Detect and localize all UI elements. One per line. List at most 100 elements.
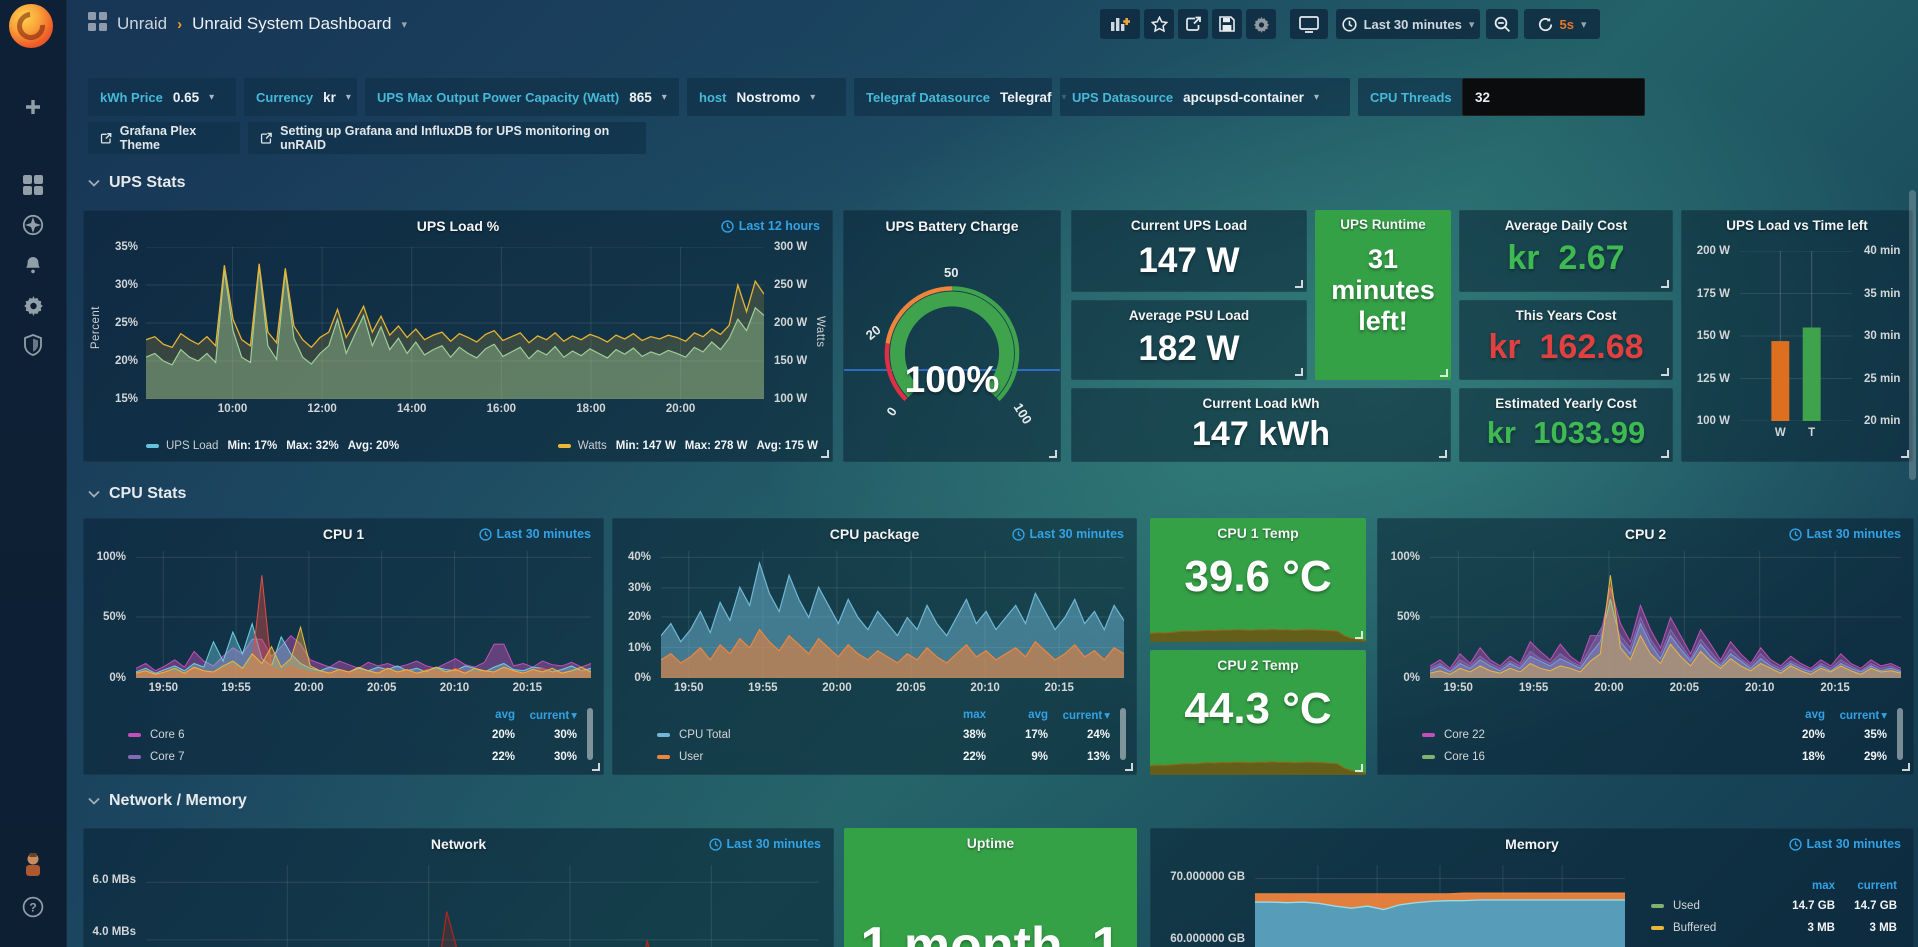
section-network-memory[interactable]: Network / Memory — [88, 792, 247, 810]
star-button[interactable] — [1144, 9, 1174, 39]
time-range-picker[interactable]: Last 30 minutes ▾ — [1336, 9, 1480, 39]
link-grafana-plex-theme[interactable]: Grafana Plex Theme — [88, 122, 240, 154]
panel-ups-runtime[interactable]: UPS Runtime 31 minutes left! — [1315, 210, 1451, 380]
panel-time-range[interactable]: Last 12 hours — [721, 219, 820, 233]
series-name[interactable]: CPU Total — [679, 729, 924, 741]
panel-title[interactable]: UPS Runtime — [1315, 217, 1451, 232]
legend-col-max[interactable]: max — [924, 709, 986, 721]
panel-title[interactable]: CPU 1 Temp — [1150, 525, 1366, 541]
panel-time-range[interactable]: Last 30 minutes — [1012, 527, 1124, 541]
panel-ups-load-graph[interactable]: UPS Load % Last 12 hours Percent Watts 3… — [83, 210, 833, 462]
panel-cpu1-temp[interactable]: CPU 1 Temp 39.6 °C — [1150, 518, 1366, 642]
panel-average-psu-load[interactable]: Average PSU Load 182 W — [1071, 300, 1307, 380]
panel-average-daily-cost[interactable]: Average Daily Cost kr 2.67 — [1459, 210, 1673, 292]
panel-title[interactable]: Uptime — [844, 835, 1137, 851]
cpu1-chart[interactable] — [136, 551, 591, 678]
series-name[interactable]: Core 6 — [150, 729, 453, 741]
legend-col-avg[interactable]: avg — [453, 709, 515, 721]
variable-value[interactable]: kr — [323, 90, 336, 105]
panel-title[interactable]: UPS Battery Charge — [844, 218, 1060, 234]
legend-row[interactable]: Core 620%30% — [124, 724, 577, 746]
variable-value[interactable]: apcupsd-container — [1183, 90, 1304, 105]
legend-col-current[interactable]: current — [515, 708, 577, 722]
cpu-threads-input[interactable]: 32 — [1462, 78, 1645, 116]
variable-value[interactable]: 0.65 — [173, 90, 199, 105]
link-ups-monitoring-guide[interactable]: Setting up Grafana and InfluxDB for UPS … — [248, 122, 646, 154]
add-icon[interactable] — [0, 88, 66, 126]
section-ups-stats[interactable]: UPS Stats — [88, 174, 185, 192]
add-panel-button[interactable] — [1100, 9, 1140, 39]
legend-row[interactable]: Core 2220%35% — [1418, 724, 1887, 746]
cpu2-legend[interactable]: avgcurrent Core 2220%35% Core 1618%29% — [1418, 706, 1887, 768]
panel-cpu2-graph[interactable]: CPU 2 Last 30 minutes 100%50%0% 19:5019:… — [1377, 518, 1914, 775]
panel-title[interactable]: Current UPS Load — [1072, 218, 1306, 233]
explore-compass-icon[interactable] — [0, 206, 66, 244]
legend-row[interactable]: Used14.7 GB14.7 GB — [1647, 895, 1897, 917]
panel-ups-load-vs-time-left[interactable]: UPS Load vs Time left 200 W175 W150 W125… — [1681, 210, 1913, 462]
cpu2-chart[interactable] — [1430, 551, 1901, 678]
legend-col-current[interactable]: current — [1825, 708, 1887, 722]
refresh-picker[interactable]: 5s ▾ — [1524, 9, 1600, 39]
panel-title[interactable]: UPS Load vs Time left — [1682, 218, 1912, 233]
cpu-package-chart[interactable] — [661, 551, 1124, 678]
ups-vs-time-bar-chart[interactable] — [1740, 251, 1852, 421]
memory-chart[interactable] — [1255, 865, 1625, 947]
panel-title[interactable]: Current Load kWh — [1072, 396, 1450, 411]
legend-row[interactable]: Core 722%30% — [124, 746, 577, 768]
legend-row[interactable]: User22%9%13% — [653, 746, 1110, 768]
variable-value[interactable]: Nostromo — [736, 90, 800, 105]
cycle-view-monitor-button[interactable] — [1290, 9, 1328, 39]
ups-load-chart[interactable] — [146, 247, 764, 399]
panel-title[interactable]: This Years Cost — [1460, 308, 1672, 323]
dashboards-icon[interactable] — [0, 166, 66, 204]
series-name[interactable]: Used — [1673, 900, 1773, 912]
legend-col-avg[interactable]: avg — [986, 709, 1048, 721]
chevron-down-icon[interactable]: ▾ — [209, 92, 214, 103]
panel-time-range[interactable]: Last 30 minutes — [479, 527, 591, 541]
chevron-down-icon[interactable]: ▾ — [662, 92, 667, 103]
zoom-out-button[interactable] — [1486, 9, 1518, 39]
panel-current-load-kwh[interactable]: Current Load kWh 147 kWh — [1071, 388, 1451, 462]
variable-value[interactable]: Telegraf — [1000, 90, 1052, 105]
configuration-gear-icon[interactable] — [0, 286, 66, 324]
panel-time-range[interactable]: Last 30 minutes — [1789, 837, 1901, 851]
panel-cpu2-temp[interactable]: CPU 2 Temp 44.3 °C — [1150, 650, 1366, 775]
panel-cpu1-graph[interactable]: CPU 1 Last 30 minutes 100%50%0% 19:5019:… — [83, 518, 604, 775]
legend-col-max[interactable]: max — [1773, 880, 1835, 892]
panel-title[interactable]: Average PSU Load — [1072, 308, 1306, 323]
legend-col-current[interactable]: current — [1835, 880, 1897, 892]
chevron-down-icon[interactable]: ▾ — [810, 92, 815, 103]
section-cpu-stats[interactable]: CPU Stats — [88, 485, 186, 503]
panel-current-ups-load[interactable]: Current UPS Load 147 W — [1071, 210, 1307, 292]
panel-title[interactable]: Average Daily Cost — [1460, 218, 1672, 233]
alerting-bell-icon[interactable] — [0, 246, 66, 284]
network-chart[interactable] — [146, 865, 819, 947]
panel-memory-graph[interactable]: Memory Last 30 minutes 70.000000 GB60.00… — [1150, 828, 1914, 947]
variable-value[interactable]: 865 — [629, 90, 652, 105]
legend-watts[interactable]: Watts Min: 147 W Max: 278 W Avg: 175 W — [558, 440, 818, 452]
legend-row[interactable]: Buffered3 MB3 MB — [1647, 917, 1897, 939]
legend-series-name[interactable]: UPS Load — [166, 440, 218, 452]
panel-time-range[interactable]: Last 30 minutes — [709, 837, 821, 851]
grafana-logo-icon[interactable] — [9, 4, 53, 48]
legend-col-current[interactable]: current — [1048, 708, 1110, 722]
panel-title[interactable]: CPU 2 Temp — [1150, 657, 1366, 673]
memory-legend[interactable]: maxcurrent Used14.7 GB14.7 GB Buffered3 … — [1647, 877, 1897, 939]
panel-this-years-cost[interactable]: This Years Cost kr 162.68 — [1459, 300, 1673, 380]
user-avatar[interactable] — [0, 845, 66, 883]
legend-col-avg[interactable]: avg — [1763, 709, 1825, 721]
legend-ups-load[interactable]: UPS Load Min: 17% Max: 32% Avg: 20% — [146, 440, 399, 452]
series-name[interactable]: Core 22 — [1444, 729, 1763, 741]
legend-scrollbar[interactable] — [1897, 708, 1903, 760]
chevron-down-icon[interactable]: ▾ — [346, 92, 351, 103]
help-icon[interactable]: ? — [0, 888, 66, 926]
panel-ups-battery-charge[interactable]: UPS Battery Charge 0 20 50 100 100% — [843, 210, 1061, 462]
legend-row[interactable]: CPU Total38%17%24% — [653, 724, 1110, 746]
panel-time-range[interactable]: Last 30 minutes — [1789, 527, 1901, 541]
panel-uptime[interactable]: Uptime 1 month, 1 — [844, 828, 1137, 947]
chevron-down-icon[interactable]: ▾ — [1314, 92, 1319, 103]
series-name[interactable]: Core 7 — [150, 751, 453, 763]
settings-gear-button[interactable] — [1246, 9, 1276, 39]
save-button[interactable] — [1212, 9, 1242, 39]
apps-grid-icon[interactable] — [88, 12, 107, 36]
